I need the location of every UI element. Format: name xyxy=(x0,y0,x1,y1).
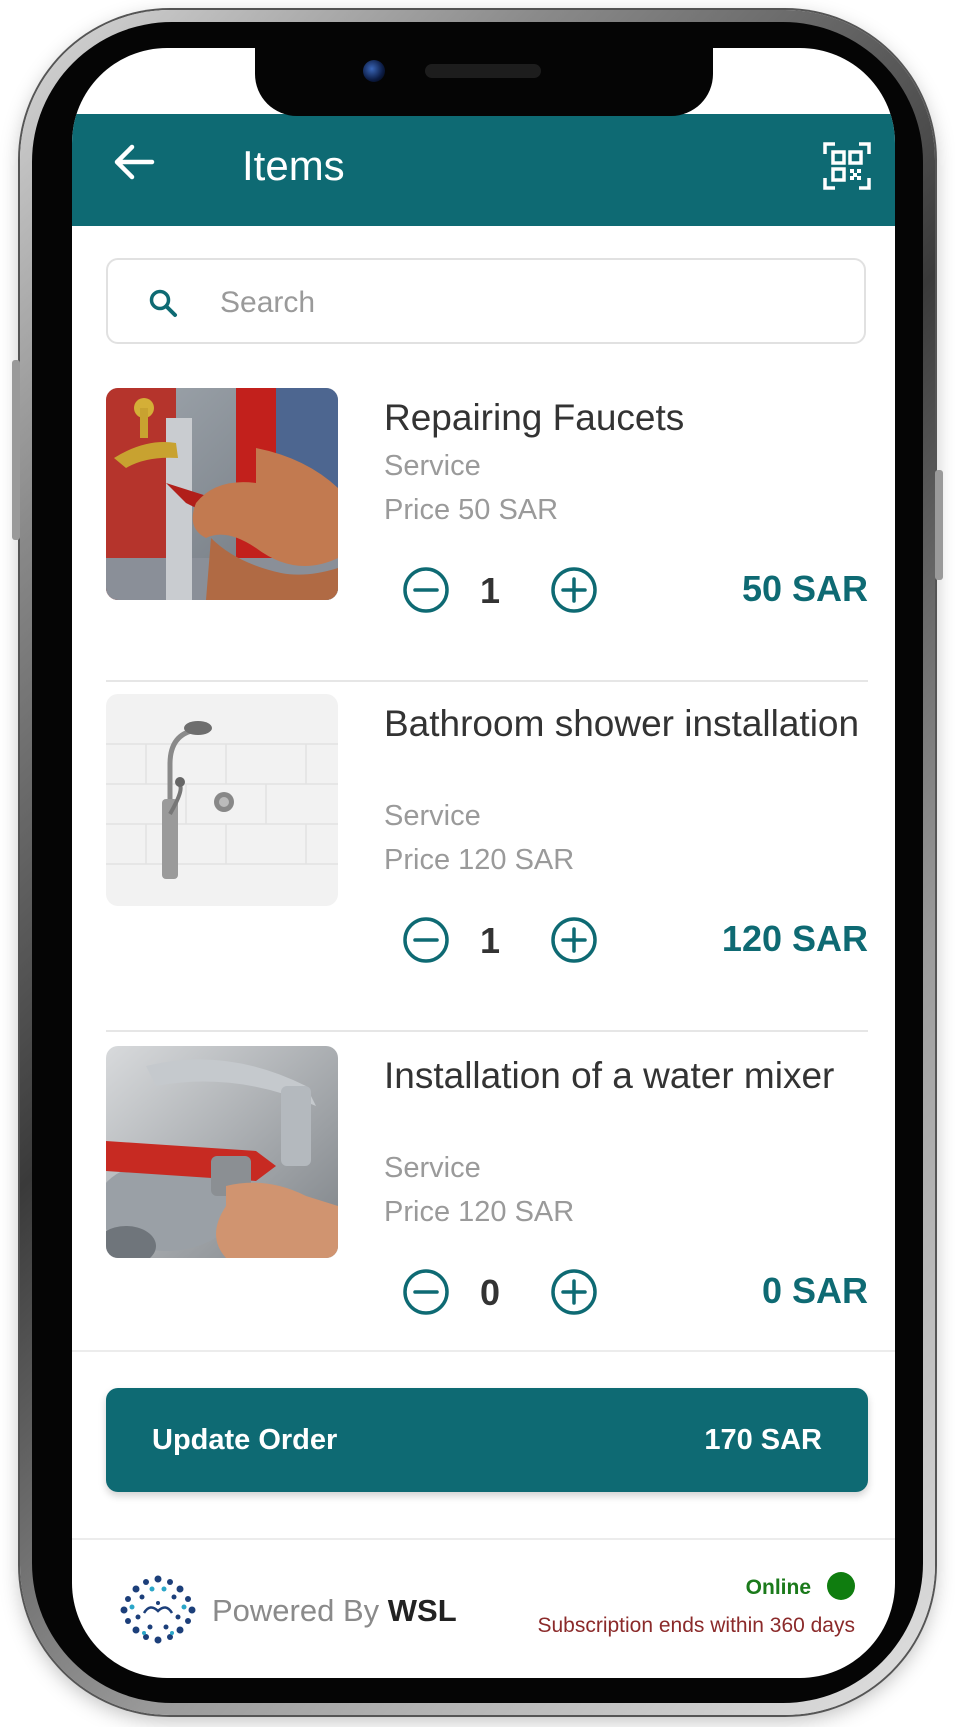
item-total: 50 SAR xyxy=(741,568,868,609)
items-list: Repairing Faucets Service Price 50 SAR 1 xyxy=(72,388,895,1350)
item-price: Price 50 SAR xyxy=(384,494,559,526)
camera xyxy=(363,60,385,82)
decrease-quantity-button[interactable] xyxy=(402,916,450,964)
item-image-faucet-repair xyxy=(106,388,338,600)
increase-quantity-button[interactable] xyxy=(550,916,598,964)
brand-name: WSL xyxy=(387,1593,457,1628)
list-item: Bathroom shower installation Service Pri… xyxy=(106,694,868,1044)
item-image-water-mixer xyxy=(106,1046,338,1258)
item-name: Installation of a water mixer xyxy=(384,1055,835,1096)
plus-circle-icon xyxy=(551,567,597,613)
item-total: 120 SAR xyxy=(721,918,868,959)
item-type: Service xyxy=(384,1152,481,1184)
divider xyxy=(106,680,868,682)
qr-scan-button[interactable] xyxy=(823,142,871,190)
update-order-label: Update Order xyxy=(152,1424,338,1456)
order-total: 170 SAR xyxy=(704,1424,822,1456)
speaker xyxy=(425,64,541,78)
powered-by-prefix: Powered By xyxy=(212,1593,388,1628)
increase-quantity-button[interactable] xyxy=(550,566,598,614)
powered-by-text: Powered By WSL xyxy=(212,1593,457,1629)
online-status-dot xyxy=(827,1572,855,1600)
item-image-shower xyxy=(106,694,338,906)
notch xyxy=(255,48,713,116)
device-mockup: Items Search Repairing Faucets Service P… xyxy=(0,0,955,1727)
list-item: Installation of a water mixer Service Pr… xyxy=(106,1046,868,1350)
decrease-quantity-button[interactable] xyxy=(402,1268,450,1316)
quantity-value: 1 xyxy=(479,570,501,611)
minus-circle-icon xyxy=(403,917,449,963)
item-price: Price 120 SAR xyxy=(384,844,575,876)
item-name: Repairing Faucets xyxy=(384,397,685,438)
divider xyxy=(106,1030,868,1032)
power-button xyxy=(935,470,943,580)
online-status-text: Online xyxy=(745,1576,811,1599)
increase-quantity-button[interactable] xyxy=(550,1268,598,1316)
minus-circle-icon xyxy=(403,567,449,613)
quantity-value: 1 xyxy=(479,920,501,961)
item-name: Bathroom shower installation xyxy=(384,703,860,744)
qr-code-icon xyxy=(823,142,871,190)
back-button[interactable] xyxy=(112,144,156,180)
volume-button xyxy=(12,360,20,540)
app-header: Items xyxy=(72,114,895,226)
item-type: Service xyxy=(384,450,481,482)
app-screen: Items Search Repairing Faucets Service P… xyxy=(72,48,895,1678)
plus-circle-icon xyxy=(551,917,597,963)
arrow-left-icon xyxy=(114,144,155,180)
decrease-quantity-button[interactable] xyxy=(402,566,450,614)
list-bottom-divider xyxy=(72,1350,895,1352)
search-bar xyxy=(106,258,866,344)
search-input[interactable] xyxy=(218,278,822,328)
item-type: Service xyxy=(384,800,481,832)
item-total: 0 SAR xyxy=(761,1270,868,1311)
search-icon xyxy=(149,289,177,317)
subscription-notice: Subscription ends within 360 days xyxy=(537,1614,855,1637)
list-item: Repairing Faucets Service Price 50 SAR 1 xyxy=(106,388,868,738)
plus-circle-icon xyxy=(551,1269,597,1315)
footer-divider xyxy=(72,1538,895,1540)
wsl-logo xyxy=(120,1575,196,1644)
page-title: Items xyxy=(242,142,345,189)
update-order-button[interactable]: Update Order 170 SAR xyxy=(106,1388,868,1492)
quantity-value: 0 xyxy=(479,1272,501,1313)
minus-circle-icon xyxy=(403,1269,449,1315)
item-price: Price 120 SAR xyxy=(384,1196,575,1228)
